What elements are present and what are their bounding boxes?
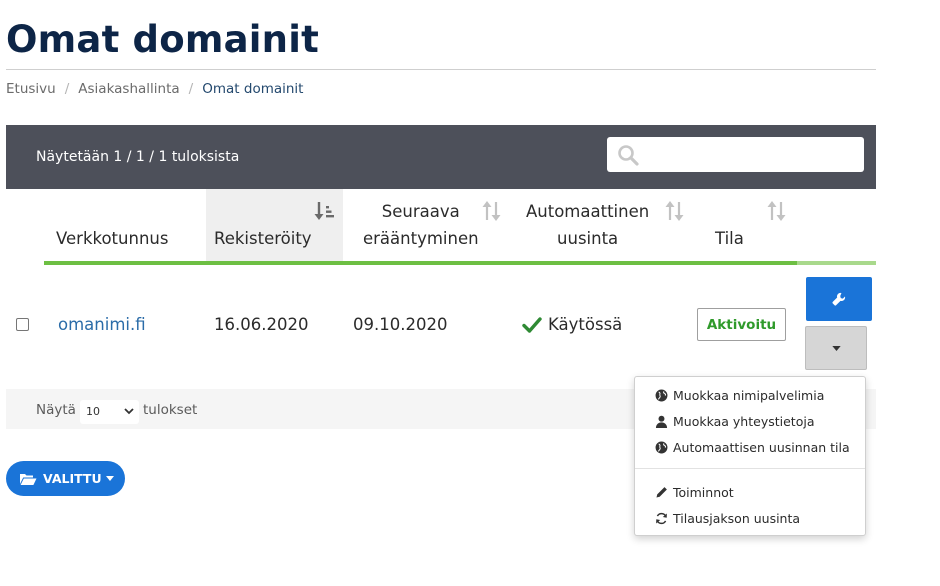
table-toolbar: Näytetään 1 / 1 / 1 tuloksista <box>6 125 876 189</box>
column-label-registered: Rekisteröity <box>214 229 312 248</box>
column-header-auto-renew[interactable]: Automaattinen uusinta <box>511 189 687 265</box>
domain-link[interactable]: omanimi.fi <box>58 315 146 334</box>
user-icon <box>655 415 668 428</box>
column-label-auto-renew-line1: Automaattinen <box>526 202 650 221</box>
menu-item-auto-renew-status[interactable]: Automaattisen uusinnan tila <box>655 440 850 455</box>
menu-item-edit-contacts[interactable]: Muokkaa yhteystietoja <box>655 414 814 429</box>
chevron-down-icon <box>124 408 134 415</box>
manage-button[interactable] <box>806 277 872 321</box>
dropdown-menu: Muokkaa nimipalvelimia Muokkaa yhteystie… <box>634 376 866 536</box>
column-header-actions <box>797 189 876 265</box>
breadcrumb: Etusivu / Asiakashallinta / Omat domaini… <box>6 81 303 97</box>
column-header-expires[interactable]: Seuraava erääntyminen <box>343 189 511 265</box>
expiry-date: 09.10.2020 <box>353 315 448 334</box>
column-header-domain[interactable]: Verkkotunnus <box>44 189 206 265</box>
page-title: Omat domainit <box>6 18 319 61</box>
menu-item-label: Automaattisen uusinnan tila <box>673 440 850 455</box>
column-header-status[interactable]: Tila <box>687 189 797 265</box>
table-header: Verkkotunnus Rekisteröity Seuraava erään… <box>6 189 876 265</box>
column-header-registered[interactable]: Rekisteröity <box>206 189 343 265</box>
auto-renew-status: Käytössä <box>548 315 623 334</box>
column-label-expires: Seuraava erääntyminen <box>363 198 479 252</box>
breadcrumb-current: Omat domainit <box>202 81 304 97</box>
menu-item-renew-subscription[interactable]: Tilausjakson uusinta <box>655 511 800 526</box>
bulk-selected-label: VALITTU <box>43 471 102 486</box>
bulk-selected-button[interactable]: VALITTU <box>6 461 125 496</box>
column-label-status: Tila <box>715 229 744 248</box>
breadcrumb-separator: / <box>64 81 70 97</box>
sort-neutral-icon[interactable] <box>664 199 686 223</box>
menu-divider <box>635 468 865 469</box>
wrench-icon <box>832 292 846 306</box>
menu-item-label: Muokkaa nimipalvelimia <box>673 388 825 403</box>
result-count: Näytetään 1 / 1 / 1 tuloksista <box>36 149 240 165</box>
search-box[interactable] <box>607 137 864 172</box>
dropdown-toggle-button[interactable] <box>805 326 867 370</box>
column-label-auto-renew-line2: uusinta <box>557 229 619 248</box>
menu-item-label: Muokkaa yhteystietoja <box>673 414 815 429</box>
page-size-select[interactable]: 10 <box>80 400 139 424</box>
menu-item-label: Toiminnot <box>673 485 734 500</box>
sort-neutral-icon[interactable] <box>766 199 788 223</box>
menu-item-label: Tilausjakson uusinta <box>673 511 801 526</box>
check-icon <box>522 316 542 333</box>
globe-icon <box>655 389 668 402</box>
folder-open-icon <box>20 473 37 485</box>
sort-active-icon[interactable] <box>314 199 336 223</box>
column-label-auto-renew: Automaattinen uusinta <box>526 198 649 252</box>
caret-down-icon <box>105 475 114 481</box>
auto-renew-cell: Käytössä <box>522 315 622 334</box>
table-row: omanimi.fi 16.06.2020 09.10.2020 Käytöss… <box>6 265 876 389</box>
results-label: tulokset <box>143 402 198 418</box>
page-size-label: Näytä <box>36 402 76 418</box>
registered-date: 16.06.2020 <box>214 315 309 334</box>
search-input[interactable] <box>645 137 860 172</box>
column-label-expires-line2: erääntyminen <box>363 229 479 248</box>
globe-icon <box>655 441 668 454</box>
row-checkbox[interactable] <box>16 318 29 331</box>
column-label-expires-line1: Seuraava <box>381 202 460 221</box>
breadcrumb-customer-management[interactable]: Asiakashallinta <box>78 81 179 97</box>
status-badge: Aktivoitu <box>697 308 786 341</box>
title-divider <box>6 69 876 70</box>
sort-neutral-icon[interactable] <box>481 199 503 223</box>
menu-item-actions[interactable]: Toiminnot <box>655 485 734 500</box>
refresh-icon <box>656 512 667 525</box>
menu-item-edit-nameservers[interactable]: Muokkaa nimipalvelimia <box>655 388 824 403</box>
search-icon <box>618 145 639 166</box>
pencil-icon <box>656 487 667 498</box>
breadcrumb-home[interactable]: Etusivu <box>6 81 56 97</box>
column-label-domain: Verkkotunnus <box>56 229 169 248</box>
breadcrumb-separator: / <box>188 81 194 97</box>
caret-down-icon <box>831 345 841 351</box>
page-size-value: 10 <box>86 405 100 418</box>
